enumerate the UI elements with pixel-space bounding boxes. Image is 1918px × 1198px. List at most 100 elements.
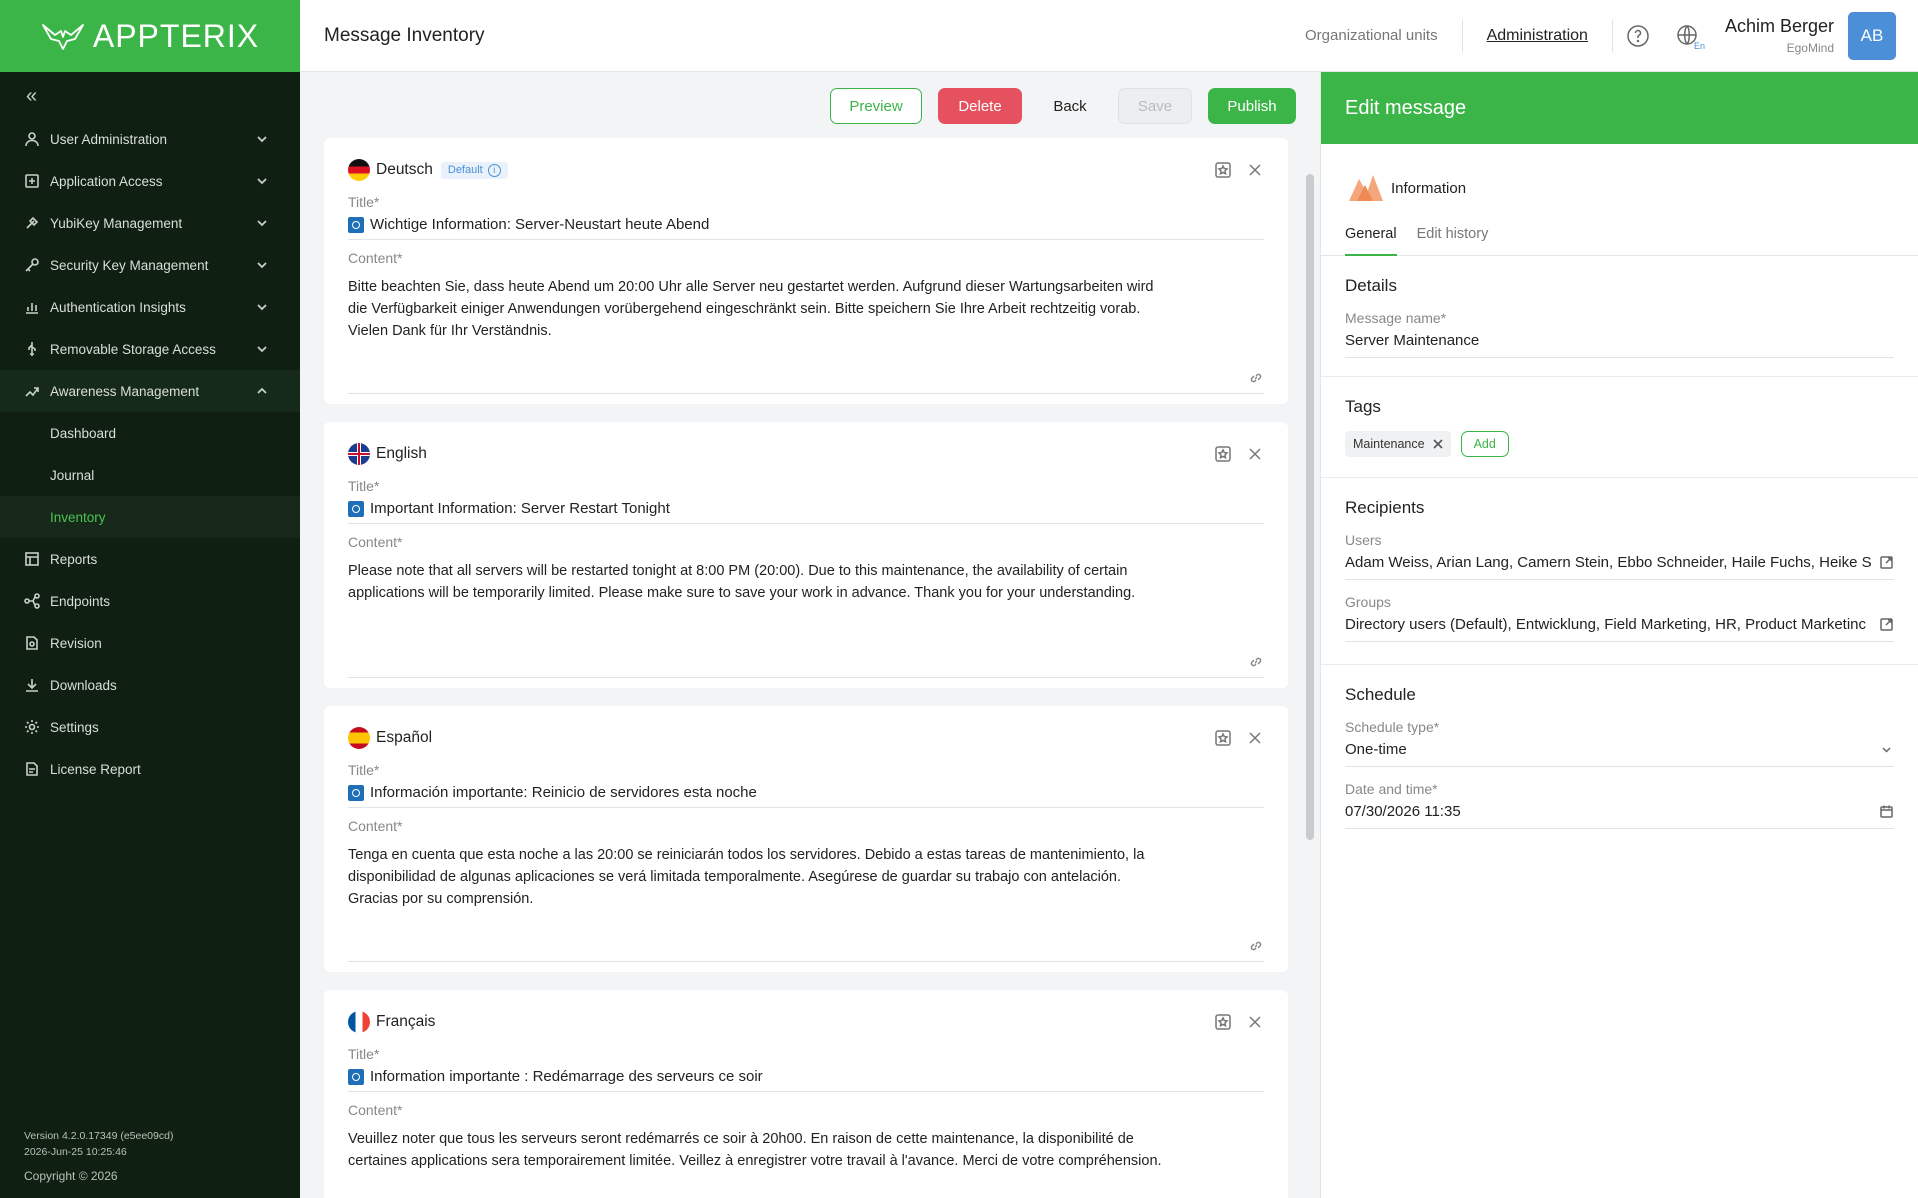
sidebar-item-authentication-insights[interactable]: Authentication Insights xyxy=(0,286,300,328)
top-bar: Message Inventory Organizational units A… xyxy=(300,0,1918,72)
content-line: applications will be temporarily limited… xyxy=(348,585,1136,601)
administration-link[interactable]: Administration xyxy=(1463,27,1612,45)
sidebar-item-license-report[interactable]: License Report xyxy=(0,748,300,790)
groups-field[interactable]: Directory users (Default), Entwicklung, … xyxy=(1345,610,1894,642)
sidebar-item-endpoints[interactable]: Endpoints xyxy=(0,580,300,622)
open-external-icon[interactable] xyxy=(1879,617,1894,632)
link-icon[interactable] xyxy=(1248,654,1264,670)
schedule-type-label: Schedule type* xyxy=(1345,719,1440,735)
close-icon[interactable] xyxy=(1246,729,1264,747)
language-card-de: Deutsch Default i Title* Wichtige Informa… xyxy=(324,138,1288,404)
set-default-star-icon[interactable] xyxy=(1214,161,1232,179)
sidebar-subitem-journal[interactable]: Journal xyxy=(0,454,300,496)
info-icon[interactable]: i xyxy=(487,163,501,177)
title-field[interactable]: Wichtige Information: Server-Neustart he… xyxy=(348,210,1264,240)
usb-icon xyxy=(24,341,40,357)
content-footer xyxy=(348,646,1264,678)
title-field[interactable]: Important Information: Server Restart To… xyxy=(348,494,1264,524)
sidebar-item-awareness-management[interactable]: Awareness Management xyxy=(0,370,300,412)
back-button[interactable]: Back xyxy=(1038,88,1102,124)
content-label: Content* xyxy=(348,1102,403,1118)
divider xyxy=(1611,19,1613,52)
sidebar-subitem-dashboard[interactable]: Dashboard xyxy=(0,412,300,454)
close-icon[interactable] xyxy=(1246,161,1264,179)
sidebar-item-label: Removable Storage Access xyxy=(50,341,216,357)
set-default-star-icon[interactable] xyxy=(1214,445,1232,463)
sidebar-item-label: Authentication Insights xyxy=(50,299,186,315)
schedule-type-select[interactable]: One-time xyxy=(1345,735,1894,767)
language-globe-icon[interactable]: En xyxy=(1675,23,1705,51)
card-actions xyxy=(1214,729,1264,747)
set-default-star-icon[interactable] xyxy=(1214,1013,1232,1031)
add-tag-button[interactable]: Add xyxy=(1460,431,1509,457)
content-line: Bitte beachten Sie, dass heute Abend um … xyxy=(348,279,1154,295)
tag-list: Maintenance Add xyxy=(1345,417,1894,477)
message-type-row: Information xyxy=(1321,144,1918,208)
content-field[interactable]: Bitte beachten Sie, dass heute Abend um … xyxy=(348,276,1264,362)
sidebar-item-label: User Administration xyxy=(50,131,168,147)
logo[interactable]: APPTERIX xyxy=(0,0,300,72)
delete-button[interactable]: Delete xyxy=(938,88,1022,124)
content-line: Tenga en cuenta que esta noche a las 20:… xyxy=(348,847,1145,863)
content-field[interactable]: Veuillez noter que tous les serveurs ser… xyxy=(348,1128,1264,1198)
sidebar-item-settings[interactable]: Settings xyxy=(0,706,300,748)
close-icon[interactable] xyxy=(1246,1013,1264,1031)
sidebar-item-revision[interactable]: Revision xyxy=(0,622,300,664)
content-label: Content* xyxy=(348,250,403,266)
save-button[interactable]: Save xyxy=(1118,88,1192,124)
date-time-input[interactable]: 07/30/2026 11:35 xyxy=(1345,797,1894,829)
card-actions xyxy=(1214,445,1264,463)
chevron-down-icon xyxy=(256,175,268,187)
help-icon[interactable] xyxy=(1625,23,1651,49)
content-field[interactable]: Tenga en cuenta que esta noche a las 20:… xyxy=(348,844,1264,930)
calendar-icon[interactable] xyxy=(1879,804,1894,819)
language-card-es: Español Title* Información importante: R… xyxy=(324,706,1288,972)
avatar[interactable]: AB xyxy=(1848,11,1896,60)
open-external-icon[interactable] xyxy=(1879,555,1894,570)
sidebar-footer: Version 4.2.0.17349 (e5ee09cd) 2026-Jun-… xyxy=(24,1128,173,1184)
close-icon[interactable] xyxy=(1433,439,1443,449)
sidebar-item-label: Awareness Management xyxy=(50,383,200,399)
set-default-star-icon[interactable] xyxy=(1214,729,1232,747)
organizational-units-link[interactable]: Organizational units xyxy=(1281,27,1462,44)
collapse-sidebar-button[interactable]: « xyxy=(0,74,300,118)
link-icon[interactable] xyxy=(1248,938,1264,954)
scrollbar[interactable] xyxy=(1306,174,1314,840)
app-root: APPTERIX « User Administration Applicati… xyxy=(0,0,1918,1198)
language-name: English xyxy=(376,445,427,462)
card-actions xyxy=(1214,161,1264,179)
flag-uk-icon xyxy=(348,443,370,465)
sidebar-item-user-administration[interactable]: User Administration xyxy=(0,118,300,160)
tab-general[interactable]: General xyxy=(1345,226,1397,256)
sidebar: APPTERIX « User Administration Applicati… xyxy=(0,0,300,1198)
language-card-en: English Title* Important Information: Se… xyxy=(324,422,1288,688)
sidebar-item-downloads[interactable]: Downloads xyxy=(0,664,300,706)
publish-button[interactable]: Publish xyxy=(1208,88,1296,124)
sidebar-subitem-inventory[interactable]: Inventory xyxy=(0,496,300,538)
link-icon[interactable] xyxy=(1248,370,1264,386)
close-icon[interactable] xyxy=(1246,445,1264,463)
language-card-fr: Français Title* Information importante :… xyxy=(324,990,1288,1198)
tab-edit-history[interactable]: Edit history xyxy=(1417,226,1489,256)
download-icon xyxy=(24,677,40,693)
endpoints-icon xyxy=(24,593,40,609)
sidebar-item-application-access[interactable]: Application Access xyxy=(0,160,300,202)
sidebar-item-label: Endpoints xyxy=(50,593,111,609)
content-line: Veuillez noter que tous les serveurs ser… xyxy=(348,1131,1134,1147)
sidebar-item-label: Reports xyxy=(50,551,98,567)
content-field[interactable]: Please note that all servers will be res… xyxy=(348,560,1264,646)
sidebar-item-yubikey-management[interactable]: YubiKey Management xyxy=(0,202,300,244)
sidebar-item-reports[interactable]: Reports xyxy=(0,538,300,580)
user-info[interactable]: Achim Berger EgoMind xyxy=(1725,16,1834,55)
sidebar-item-security-key-management[interactable]: Security Key Management xyxy=(0,244,300,286)
title-field[interactable]: Information importante : Redémarrage des… xyxy=(348,1062,1264,1092)
title-value: Información importante: Reinicio de serv… xyxy=(370,784,757,801)
tag-chip[interactable]: Maintenance xyxy=(1345,431,1451,457)
preview-button[interactable]: Preview xyxy=(830,88,922,124)
message-name-input[interactable]: Server Maintenance xyxy=(1345,326,1894,358)
user-org: EgoMind xyxy=(1786,41,1834,55)
user-icon xyxy=(24,131,40,147)
users-field[interactable]: Adam Weiss, Arian Lang, Camern Stein, Eb… xyxy=(1345,548,1894,580)
sidebar-item-removable-storage-access[interactable]: Removable Storage Access xyxy=(0,328,300,370)
title-field[interactable]: Información importante: Reinicio de serv… xyxy=(348,778,1264,808)
